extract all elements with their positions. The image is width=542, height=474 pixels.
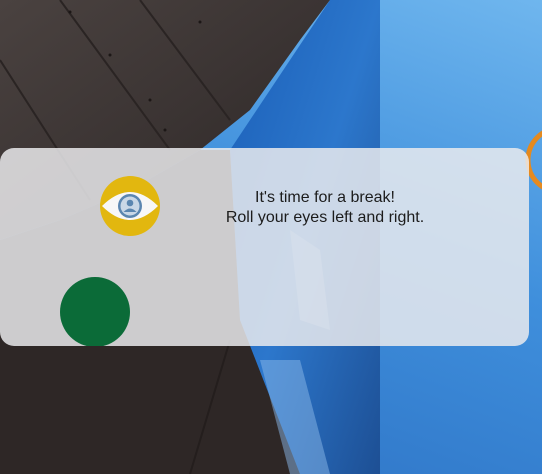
break-message-title: It's time for a break! xyxy=(255,189,395,206)
eye-icon xyxy=(100,176,160,236)
break-message-instruction: Roll your eyes left and right. xyxy=(225,209,425,226)
break-message: It's time for a break! Roll your eyes le… xyxy=(160,188,490,228)
break-reminder-card: It's time for a break! Roll your eyes le… xyxy=(0,148,529,346)
timer-indicator xyxy=(60,277,130,346)
